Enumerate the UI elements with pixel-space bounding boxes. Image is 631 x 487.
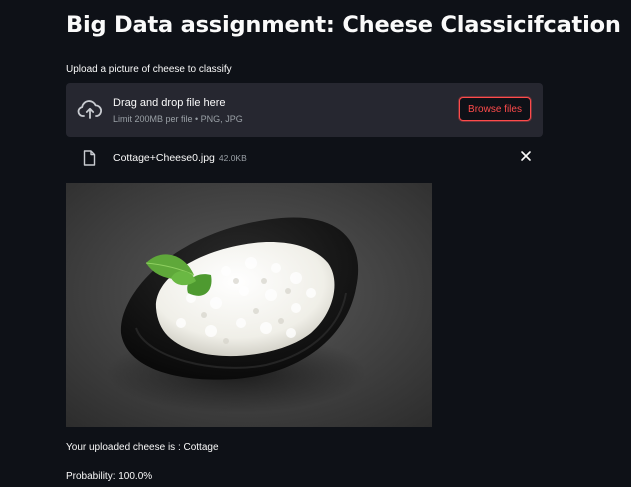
- uploader-label: Upload a picture of cheese to classify: [66, 64, 232, 75]
- prediction-probability: Probability: 100.0%: [66, 471, 153, 482]
- dropzone-limits: Limit 200MB per file • PNG, JPG: [113, 114, 243, 124]
- file-size: 42.0KB: [218, 153, 247, 163]
- uploaded-cheese-image: [66, 183, 432, 427]
- prediction-result: Your uploaded cheese is : Cottage: [66, 442, 219, 453]
- file-icon: [83, 150, 96, 166]
- file-dropzone[interactable]: Drag and drop file here Limit 200MB per …: [66, 83, 543, 137]
- cottage-cheese-photo: [66, 183, 432, 427]
- page-title: Big Data assignment: Cheese Classicifcat…: [66, 12, 621, 38]
- uploaded-file-row: Cottage+Cheese0.jpg 42.0KB: [66, 146, 543, 170]
- file-name-text: Cottage+Cheese0.jpg: [113, 152, 215, 164]
- app-page: Big Data assignment: Cheese Classicifcat…: [0, 0, 631, 487]
- cloud-upload-icon: [77, 100, 103, 119]
- uploaded-file-name: Cottage+Cheese0.jpg 42.0KB: [113, 152, 247, 164]
- close-icon[interactable]: [520, 150, 532, 162]
- browse-files-button[interactable]: Browse files: [459, 97, 531, 121]
- dropzone-instructions: Drag and drop file here: [113, 97, 226, 109]
